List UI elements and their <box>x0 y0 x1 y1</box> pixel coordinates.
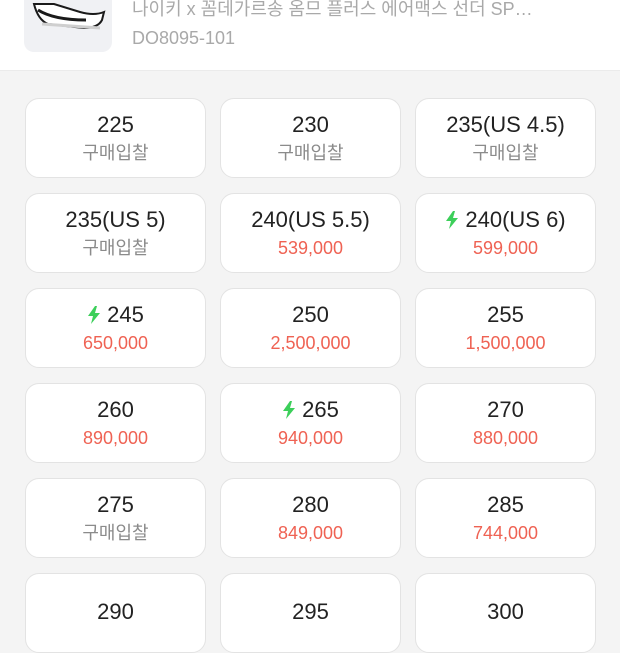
size-value: 265 <box>302 397 339 422</box>
size-option[interactable]: 270 880,000 <box>415 383 596 463</box>
size-value: 260 <box>97 397 134 422</box>
size-option[interactable]: 290 <box>25 573 206 653</box>
price-value: 940,000 <box>277 428 344 448</box>
size-label-row: 290 <box>97 598 134 626</box>
size-value: 290 <box>97 599 134 624</box>
size-label-row: 235(US 4.5) <box>446 111 565 139</box>
size-label-row: 270 <box>487 396 524 424</box>
size-value: 285 <box>487 492 524 517</box>
size-option[interactable]: 260 890,000 <box>25 383 206 463</box>
price-value: 890,000 <box>82 428 149 448</box>
size-option[interactable]: 245 650,000 <box>25 288 206 368</box>
size-value: 225 <box>97 112 134 137</box>
size-option[interactable]: 235(US 4.5) 구매입찰 <box>415 98 596 178</box>
size-value: 270 <box>487 397 524 422</box>
size-value: 250 <box>292 302 329 327</box>
size-label-row: 280 <box>292 491 329 519</box>
size-value: 230 <box>292 112 329 137</box>
size-option[interactable]: 235(US 5) 구매입찰 <box>25 193 206 273</box>
product-name: 나이키 x 꼼데가르송 옴므 플러스 에어맥스 선더 SP… <box>132 0 533 19</box>
size-value: 240(US 5.5) <box>251 207 370 232</box>
size-label-row: 240(US 5.5) <box>251 206 370 234</box>
size-option[interactable]: 255 1,500,000 <box>415 288 596 368</box>
size-label-row: 285 <box>487 491 524 519</box>
size-value: 235(US 5) <box>65 207 166 232</box>
size-label-row: 230 <box>292 111 329 139</box>
price-value: 539,000 <box>277 238 344 258</box>
size-label-row: 250 <box>292 301 329 329</box>
size-label-row: 225 <box>97 111 134 139</box>
price-value: 744,000 <box>472 523 539 543</box>
lightning-icon <box>88 306 101 324</box>
size-option[interactable]: 285 744,000 <box>415 478 596 558</box>
size-option[interactable]: 240(US 5.5) 539,000 <box>220 193 401 273</box>
size-value: 255 <box>487 302 524 327</box>
size-label-row: 255 <box>487 301 524 329</box>
product-header: 나이키 x 꼼데가르송 옴므 플러스 에어맥스 선더 SP… DO8095-10… <box>0 0 620 71</box>
size-value: 300 <box>487 599 524 624</box>
size-value: 240(US 6) <box>465 207 566 232</box>
price-value: 650,000 <box>82 333 149 353</box>
size-value: 275 <box>97 492 134 517</box>
size-label-row: 245 <box>87 301 144 329</box>
size-option[interactable]: 300 <box>415 573 596 653</box>
bid-label: 구매입찰 <box>277 143 344 163</box>
size-label-row: 260 <box>97 396 134 424</box>
bid-label: 구매입찰 <box>472 143 539 163</box>
size-label-row: 275 <box>97 491 134 519</box>
lightning-icon <box>283 401 296 419</box>
size-grid: 225 구매입찰 230 구매입찰 235(US 4.5) 구매입찰 235(US 5) 구매… <box>25 98 596 653</box>
size-option[interactable]: 295 <box>220 573 401 653</box>
bid-label: 구매입찰 <box>82 523 149 543</box>
size-option[interactable]: 275 구매입찰 <box>25 478 206 558</box>
size-option[interactable]: 265 940,000 <box>220 383 401 463</box>
size-option[interactable]: 280 849,000 <box>220 478 401 558</box>
size-label-row: 295 <box>292 598 329 626</box>
size-option[interactable]: 240(US 6) 599,000 <box>415 193 596 273</box>
size-option[interactable]: 250 2,500,000 <box>220 288 401 368</box>
price-value: 849,000 <box>277 523 344 543</box>
size-option[interactable]: 230 구매입찰 <box>220 98 401 178</box>
price-value: 880,000 <box>472 428 539 448</box>
size-label-row: 300 <box>487 598 524 626</box>
lightning-icon <box>446 211 459 229</box>
bid-label: 구매입찰 <box>82 143 149 163</box>
size-value: 235(US 4.5) <box>446 112 565 137</box>
size-value: 295 <box>292 599 329 624</box>
product-code: DO8095-101 <box>132 28 236 48</box>
size-label-row: 265 <box>282 396 339 424</box>
bid-label: 구매입찰 <box>82 238 149 258</box>
size-value: 280 <box>292 492 329 517</box>
price-value: 1,500,000 <box>465 333 546 353</box>
size-label-row: 235(US 5) <box>65 206 165 234</box>
price-value: 599,000 <box>472 238 539 258</box>
size-value: 245 <box>107 302 144 327</box>
size-option[interactable]: 225 구매입찰 <box>25 98 206 178</box>
size-label-row: 240(US 6) <box>445 206 566 234</box>
price-value: 2,500,000 <box>270 333 351 353</box>
product-thumbnail[interactable] <box>24 0 112 52</box>
